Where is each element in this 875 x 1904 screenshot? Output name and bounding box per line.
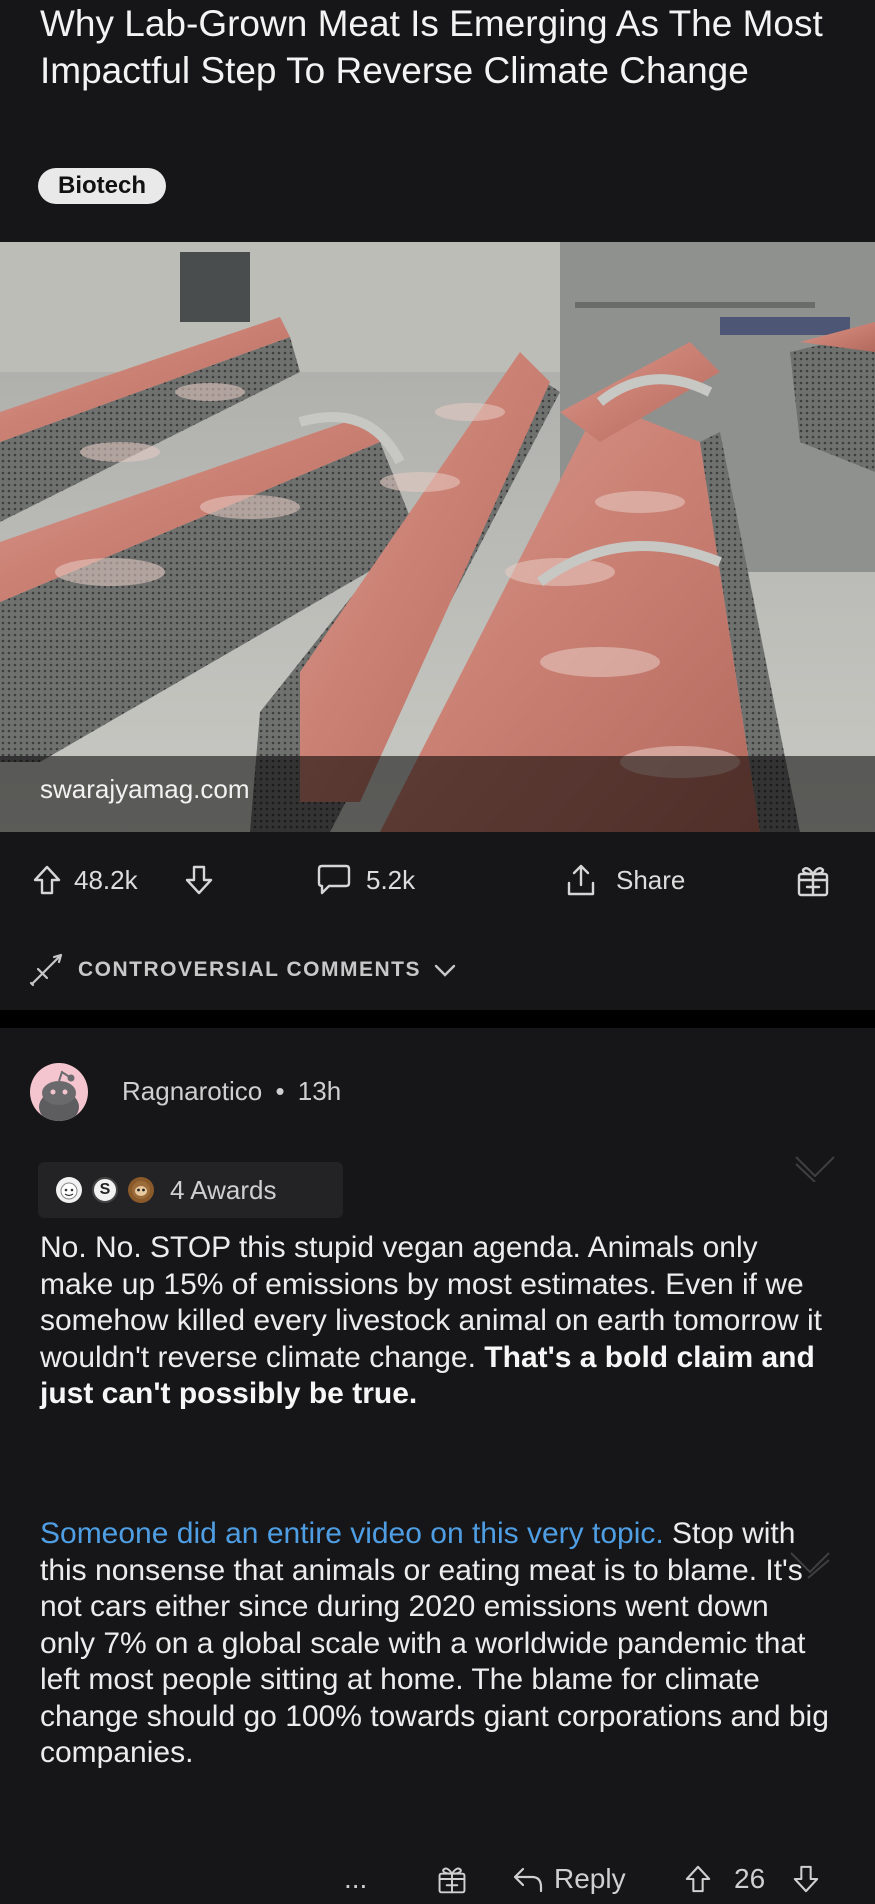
reply-icon	[513, 1867, 543, 1893]
comment-author[interactable]: Ragnarotico	[122, 1076, 262, 1106]
reply-button[interactable]: Reply	[512, 1854, 626, 1904]
comments-button[interactable]: 5.2k	[316, 840, 415, 920]
speech-bubble-icon	[317, 864, 351, 895]
arrow-down-icon	[185, 865, 213, 895]
comment-paragraph-1: No. No. STOP this stupid vegan agenda. A…	[40, 1230, 830, 1413]
collapse-chevron-icon[interactable]	[793, 1154, 837, 1182]
award-wholesome-icon	[56, 1177, 82, 1203]
sword-icon	[29, 953, 63, 987]
award-silver-icon: S	[92, 1177, 118, 1203]
reply-label: Reply	[554, 1863, 626, 1894]
comment-meta: Ragnarotico • 13h	[122, 1076, 341, 1107]
snoo-avatar-icon	[39, 1070, 79, 1121]
chevron-down-icon	[434, 964, 456, 977]
comment-count: 5.2k	[366, 864, 416, 895]
awards-bar[interactable]: S 4 Awards	[38, 1162, 343, 1218]
award-sloth-icon	[128, 1177, 154, 1203]
arrow-up-icon	[33, 865, 61, 895]
post-card: Why Lab-Grown Meat Is Emerging As The Mo…	[0, 0, 875, 1010]
vote-count: 48.2k	[74, 864, 138, 895]
comment-award-button[interactable]	[436, 1854, 468, 1904]
video-link[interactable]: Someone did an entire video on this very…	[40, 1517, 664, 1550]
upvote-button[interactable]	[32, 840, 62, 920]
comment-score: 26	[734, 1863, 766, 1894]
source-domain[interactable]: swarajyamag.com	[40, 774, 250, 805]
arrow-up-icon	[685, 1865, 711, 1893]
meat-conveyor-photo	[0, 242, 875, 832]
comment-sort-selector[interactable]: CONTROVERSIAL COMMENTS	[0, 930, 875, 1010]
comment-footer: ... Reply 26	[0, 1854, 875, 1904]
comment-upvote-button[interactable]	[684, 1854, 712, 1904]
gift-icon	[797, 867, 829, 897]
comment-time: 13h	[297, 1076, 342, 1106]
post-image[interactable]: swarajyamag.com	[0, 242, 875, 832]
meta-separator: •	[275, 1076, 285, 1106]
downvote-button[interactable]	[184, 840, 214, 920]
award-button[interactable]	[795, 840, 831, 920]
arrow-down-icon	[793, 1865, 819, 1893]
comment-downvote-button[interactable]	[792, 1854, 820, 1904]
post-flair[interactable]: Biotech	[38, 168, 167, 204]
post-action-bar: 48.2k 5.2k Share	[0, 840, 875, 920]
avatar[interactable]	[30, 1063, 88, 1121]
source-bar[interactable]: swarajyamag.com	[0, 756, 875, 832]
sort-label: CONTROVERSIAL COMMENTS	[78, 958, 421, 981]
more-options-button[interactable]: ...	[344, 1854, 367, 1904]
share-button[interactable]: Share	[566, 840, 685, 920]
comment-card: Ragnarotico • 13h S 4 Awards No. No. STO…	[0, 1028, 875, 1904]
post-title[interactable]: Why Lab-Grown Meat Is Emerging As The Mo…	[40, 0, 840, 94]
gift-icon	[438, 1867, 466, 1894]
section-divider	[0, 1010, 875, 1028]
awards-count: 4 Awards	[170, 1174, 277, 1205]
share-icon	[567, 864, 595, 896]
comment-paragraph-2: Someone did an entire video on this very…	[40, 1516, 830, 1772]
comment-text-2: Stop with this nonsense that animals or …	[40, 1517, 829, 1769]
share-label: Share	[616, 864, 686, 895]
